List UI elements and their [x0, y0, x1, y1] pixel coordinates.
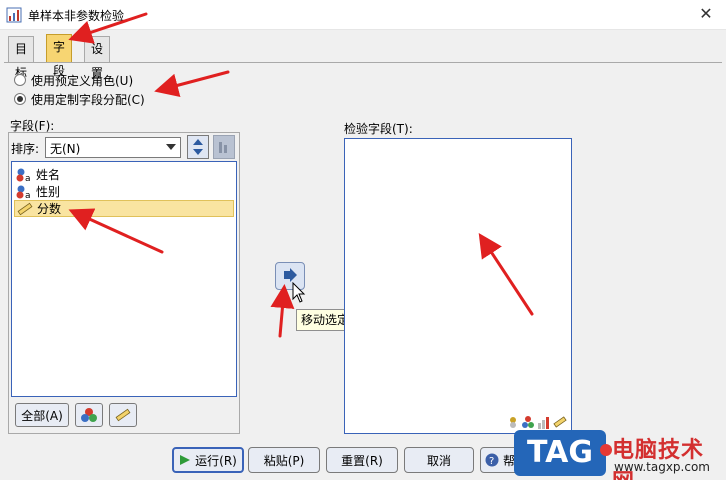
help-icon: ? — [485, 453, 499, 467]
svg-text:a: a — [25, 191, 31, 199]
run-button[interactable]: 运行(R) — [172, 447, 244, 473]
title-bar: 单样本非参数检验 ✕ — [0, 0, 726, 30]
annotation-arrow-radio — [154, 70, 230, 97]
watermark-logo: TAG — [514, 430, 612, 476]
select-scale-button[interactable] — [109, 403, 137, 427]
annotation-arrow-move — [270, 284, 295, 338]
svg-text:a: a — [25, 174, 31, 182]
paste-button[interactable]: 粘贴(P) — [248, 447, 320, 473]
ruler-scale-icon — [115, 408, 131, 422]
tab-target[interactable]: 目标 — [8, 36, 35, 80]
radio-icon — [14, 74, 26, 86]
ruler-scale-icon — [553, 416, 567, 428]
nominal-a-icon: a — [16, 185, 31, 199]
select-all-label: 全部(A) — [21, 408, 63, 423]
close-icon[interactable]: ✕ — [696, 4, 716, 24]
cancel-label: 取消 — [426, 453, 451, 468]
sort-order-button[interactable] — [187, 135, 209, 159]
test-fields-label: 检验字段(T): — [344, 122, 413, 136]
radio-predefined-roles[interactable]: 使用预定义角色(U) — [14, 72, 133, 88]
radio-custom-assignment[interactable]: 使用定制字段分配(C) — [14, 91, 145, 107]
list-item-label: 姓名 — [36, 168, 61, 182]
nominal-a-icon: a — [16, 168, 31, 182]
fields-list[interactable]: a 姓名 a 性别 分数 — [11, 161, 237, 397]
tab-divider — [4, 62, 722, 63]
sort-select[interactable]: 无(N) — [45, 137, 181, 158]
sort-options-button[interactable] — [213, 135, 235, 159]
fields-panel: 排序: 无(N) a 姓名 a 性别 分数 全部(A) — [8, 132, 240, 434]
test-fields-list[interactable] — [344, 138, 572, 434]
sort-up-down-icon — [193, 139, 203, 155]
watermark-logo-text: TAG — [527, 435, 593, 470]
measure-icons — [507, 415, 567, 429]
paste-label: 粘贴(P) — [263, 453, 305, 468]
radio-label: 使用定制字段分配(C) — [31, 92, 145, 107]
list-item-gender[interactable]: a 性别 — [14, 183, 234, 200]
select-nominal-button[interactable] — [75, 403, 103, 427]
run-label: 运行(R) — [195, 453, 237, 468]
logo-dot — [600, 444, 612, 456]
watermark-url: www.tagxp.com — [614, 460, 710, 474]
tab-fields[interactable]: 字段 — [46, 34, 73, 78]
sort-label: 排序: — [11, 142, 40, 156]
watermark: TAG 电脑技术网 www.tagxp.com — [510, 428, 726, 480]
tab-settings[interactable]: 设置 — [84, 36, 111, 80]
reset-button[interactable]: 重置(R) — [326, 447, 398, 473]
sort-value: 无(N) — [50, 142, 81, 156]
select-all-button[interactable]: 全部(A) — [15, 403, 69, 427]
list-item-name[interactable]: a 姓名 — [14, 166, 234, 183]
reset-label: 重置(R) — [341, 453, 383, 468]
list-item-label: 性别 — [36, 185, 61, 199]
radio-label: 使用预定义角色(U) — [31, 73, 134, 88]
cancel-button[interactable]: 取消 — [404, 447, 474, 473]
ordinal-bars-icon — [538, 417, 549, 429]
chevron-down-icon — [166, 144, 176, 150]
nominal-circles-icon — [81, 408, 97, 422]
ruler-scale-icon — [17, 202, 33, 215]
list-item-label: 分数 — [37, 202, 62, 216]
move-to-test-fields-button[interactable] — [275, 262, 305, 290]
list-item-score[interactable]: 分数 — [14, 200, 234, 217]
sort-list-icon — [219, 142, 227, 153]
app-icon — [6, 7, 22, 23]
radio-checked-icon — [14, 93, 26, 105]
sort-row: 排序: 无(N) — [9, 133, 239, 161]
window-title: 单样本非参数检验 — [28, 9, 125, 23]
nominal-icon — [510, 417, 516, 428]
arrow-right-icon — [284, 268, 297, 282]
nominal-circles-icon — [522, 416, 534, 428]
play-icon — [180, 455, 191, 465]
svg-text:?: ? — [489, 456, 494, 467]
